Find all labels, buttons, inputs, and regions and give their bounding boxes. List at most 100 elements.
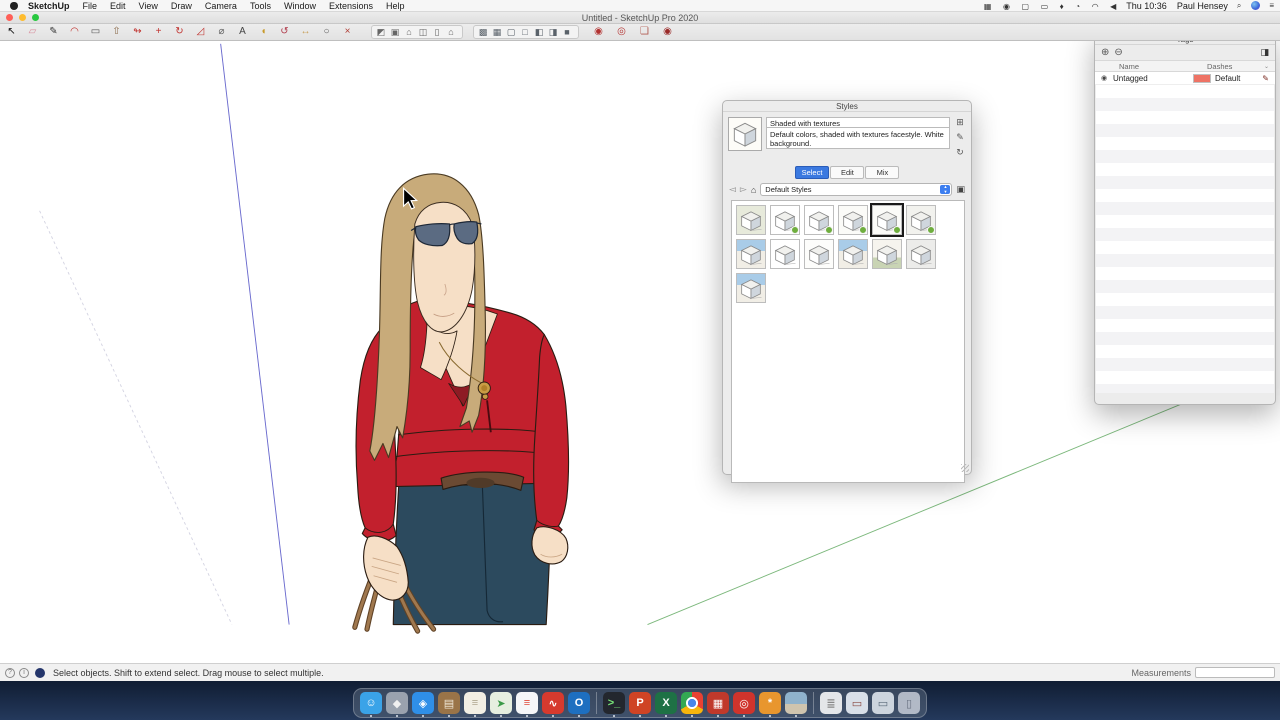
warehouse-tool-icon[interactable]: ❏ <box>637 25 652 39</box>
info-icon[interactable]: i <box>19 668 29 678</box>
styles-tab[interactable]: Mix <box>865 166 899 179</box>
menu-extensions[interactable]: Extensions <box>329 1 373 11</box>
tag-color-swatch[interactable] <box>1193 74 1211 83</box>
styles-panel-side-icon[interactable]: ⊞ <box>956 117 964 128</box>
dock-app-icon[interactable]: ▤ <box>438 692 460 714</box>
style-name-field[interactable]: Shaded with textures <box>766 117 950 128</box>
tag-row-untagged[interactable]: ◉ Untagged Default ✎ <box>1095 72 1275 85</box>
view-tool-icon[interactable]: ⌂ <box>403 25 415 39</box>
toolbar-tool-icon[interactable]: ↬ <box>130 25 145 39</box>
style-thumbnail[interactable] <box>872 239 902 269</box>
style-tool-icon[interactable]: ▩ <box>477 25 489 39</box>
style-tool-icon[interactable]: ■ <box>561 25 573 39</box>
dock-app-icon[interactable]: ➤ <box>490 692 512 714</box>
menubar-status-icon[interactable]: ♦ <box>1060 2 1064 11</box>
dock-app-icon[interactable]: ≡ <box>516 692 538 714</box>
dock-app-icon[interactable]: ≡ <box>464 692 486 714</box>
styles-tab[interactable]: Edit <box>830 166 864 179</box>
tag-dash-style[interactable]: Default <box>1215 74 1262 83</box>
dock-app-icon[interactable]: ∿ <box>542 692 564 714</box>
help-icon[interactable]: ? <box>5 668 15 678</box>
dock-app-icon[interactable]: >_ <box>603 692 625 714</box>
style-tool-icon[interactable]: ◧ <box>533 25 545 39</box>
menubar-status-icon[interactable]: ▢ <box>1022 2 1030 11</box>
style-tool-icon[interactable]: □ <box>519 25 531 39</box>
toolbar-tool-icon[interactable]: ✎ <box>46 25 61 39</box>
style-thumbnail[interactable] <box>770 239 800 269</box>
toolbar-tool-icon[interactable]: ◿ <box>193 25 208 39</box>
style-description-field[interactable]: Default colors, shaded with textures fac… <box>766 128 950 149</box>
view-tool-icon[interactable]: ◫ <box>417 25 429 39</box>
toolbar-tool-icon[interactable]: ⇧ <box>109 25 124 39</box>
styles-collection-dropdown[interactable]: Default Styles ▲▼ <box>760 183 952 196</box>
toolbar-tool-icon[interactable]: ○ <box>319 25 334 39</box>
menu-edit[interactable]: Edit <box>110 1 126 11</box>
view-tool-icon[interactable]: ◩ <box>375 25 387 39</box>
style-thumbnail[interactable] <box>736 273 766 303</box>
tags-detail-icon[interactable]: ◨ <box>1260 47 1269 58</box>
styles-tab[interactable]: Select <box>795 166 830 179</box>
dock-app-icon[interactable] <box>681 692 703 714</box>
menubar-status-icon[interactable]: ◠ <box>1092 2 1099 11</box>
tag-visibility-eye-icon[interactable]: ◉ <box>1101 74 1113 82</box>
styles-detail-icon[interactable]: ▣ <box>956 184 965 195</box>
styles-panel-side-icon[interactable]: ✎ <box>956 132 964 143</box>
person-figure[interactable] <box>355 174 569 631</box>
dock-app-icon[interactable]: ☺ <box>360 692 382 714</box>
remove-tag-button[interactable]: ⊖ <box>1114 47 1122 58</box>
tag-edit-pencil-icon[interactable]: ✎ <box>1262 74 1269 83</box>
dock-app-icon[interactable] <box>785 692 807 714</box>
dock-app-icon[interactable]: ◆ <box>386 692 408 714</box>
view-tool-icon[interactable]: ▣ <box>389 25 401 39</box>
menu-draw[interactable]: Draw <box>171 1 192 11</box>
style-thumbnail[interactable] <box>838 239 868 269</box>
view-tool-icon[interactable]: ▯ <box>431 25 443 39</box>
dock-app-icon[interactable]: ◎ <box>733 692 755 714</box>
toolbar-tool-icon[interactable]: ↺ <box>277 25 292 39</box>
panel-resize-grip[interactable] <box>961 464 969 472</box>
tags-column-dashes[interactable]: Dashes <box>1207 62 1264 71</box>
geolocation-icon[interactable] <box>35 668 45 678</box>
toolbar-tool-icon[interactable]: + <box>151 25 166 39</box>
dock-item-icon[interactable]: ▭ <box>846 692 868 714</box>
dock-app-icon[interactable]: ▦ <box>707 692 729 714</box>
dock-item-icon[interactable]: ▭ <box>872 692 894 714</box>
toolbar-tool-icon[interactable]: A <box>235 25 250 39</box>
style-thumbnail[interactable] <box>804 239 834 269</box>
style-thumbnail[interactable] <box>872 205 902 235</box>
view-tool-icon[interactable]: ⌂ <box>445 25 457 39</box>
model-canvas[interactable] <box>0 41 1280 663</box>
dropdown-stepper-icon[interactable]: ▲▼ <box>940 185 950 194</box>
style-thumbnail[interactable] <box>906 205 936 235</box>
menubar-clock[interactable]: Thu 10:36 <box>1126 1 1167 11</box>
dock-item-icon[interactable]: ▯ <box>898 692 920 714</box>
toolbar-tool-icon[interactable]: × <box>340 25 355 39</box>
toolbar-tool-icon[interactable]: ↻ <box>172 25 187 39</box>
toolbar-tool-icon[interactable]: ↔ <box>298 25 313 39</box>
measurements-input[interactable] <box>1195 667 1275 678</box>
menubar-status-icon[interactable]: ◀ <box>1110 2 1116 11</box>
notification-center-icon[interactable]: ≡ <box>1269 1 1274 10</box>
dock-item-icon[interactable]: ≣ <box>820 692 842 714</box>
menubar-status-icon[interactable]: ◔ <box>1075 2 1080 11</box>
add-tag-button[interactable]: ⊕ <box>1101 47 1109 58</box>
menubar-user[interactable]: Paul Hensey <box>1177 1 1228 11</box>
menu-tools[interactable]: Tools <box>250 1 271 11</box>
toolbar-tool-icon[interactable]: ⌀ <box>214 25 229 39</box>
menu-sketchup[interactable]: SketchUp <box>28 1 70 11</box>
dock-app-icon[interactable]: O <box>568 692 590 714</box>
menubar-status-icon[interactable]: ◉ <box>1003 2 1010 11</box>
menu-window[interactable]: Window <box>284 1 316 11</box>
styles-panel-side-icon[interactable]: ↻ <box>956 147 964 158</box>
style-thumbnail[interactable] <box>804 205 834 235</box>
dock-app-icon[interactable]: ◈ <box>412 692 434 714</box>
menu-help[interactable]: Help <box>386 1 405 11</box>
apple-menu-icon[interactable] <box>10 2 18 10</box>
toolbar-tool-icon[interactable]: ◖ <box>256 25 271 39</box>
warehouse-tool-icon[interactable]: ◎ <box>614 25 629 39</box>
menu-file[interactable]: File <box>83 1 98 11</box>
menubar-status-icon[interactable]: ▦ <box>984 2 992 11</box>
style-tool-icon[interactable]: ▦ <box>491 25 503 39</box>
toolbar-tool-icon[interactable]: ◠ <box>67 25 82 39</box>
tags-column-name[interactable]: Name <box>1101 62 1207 71</box>
